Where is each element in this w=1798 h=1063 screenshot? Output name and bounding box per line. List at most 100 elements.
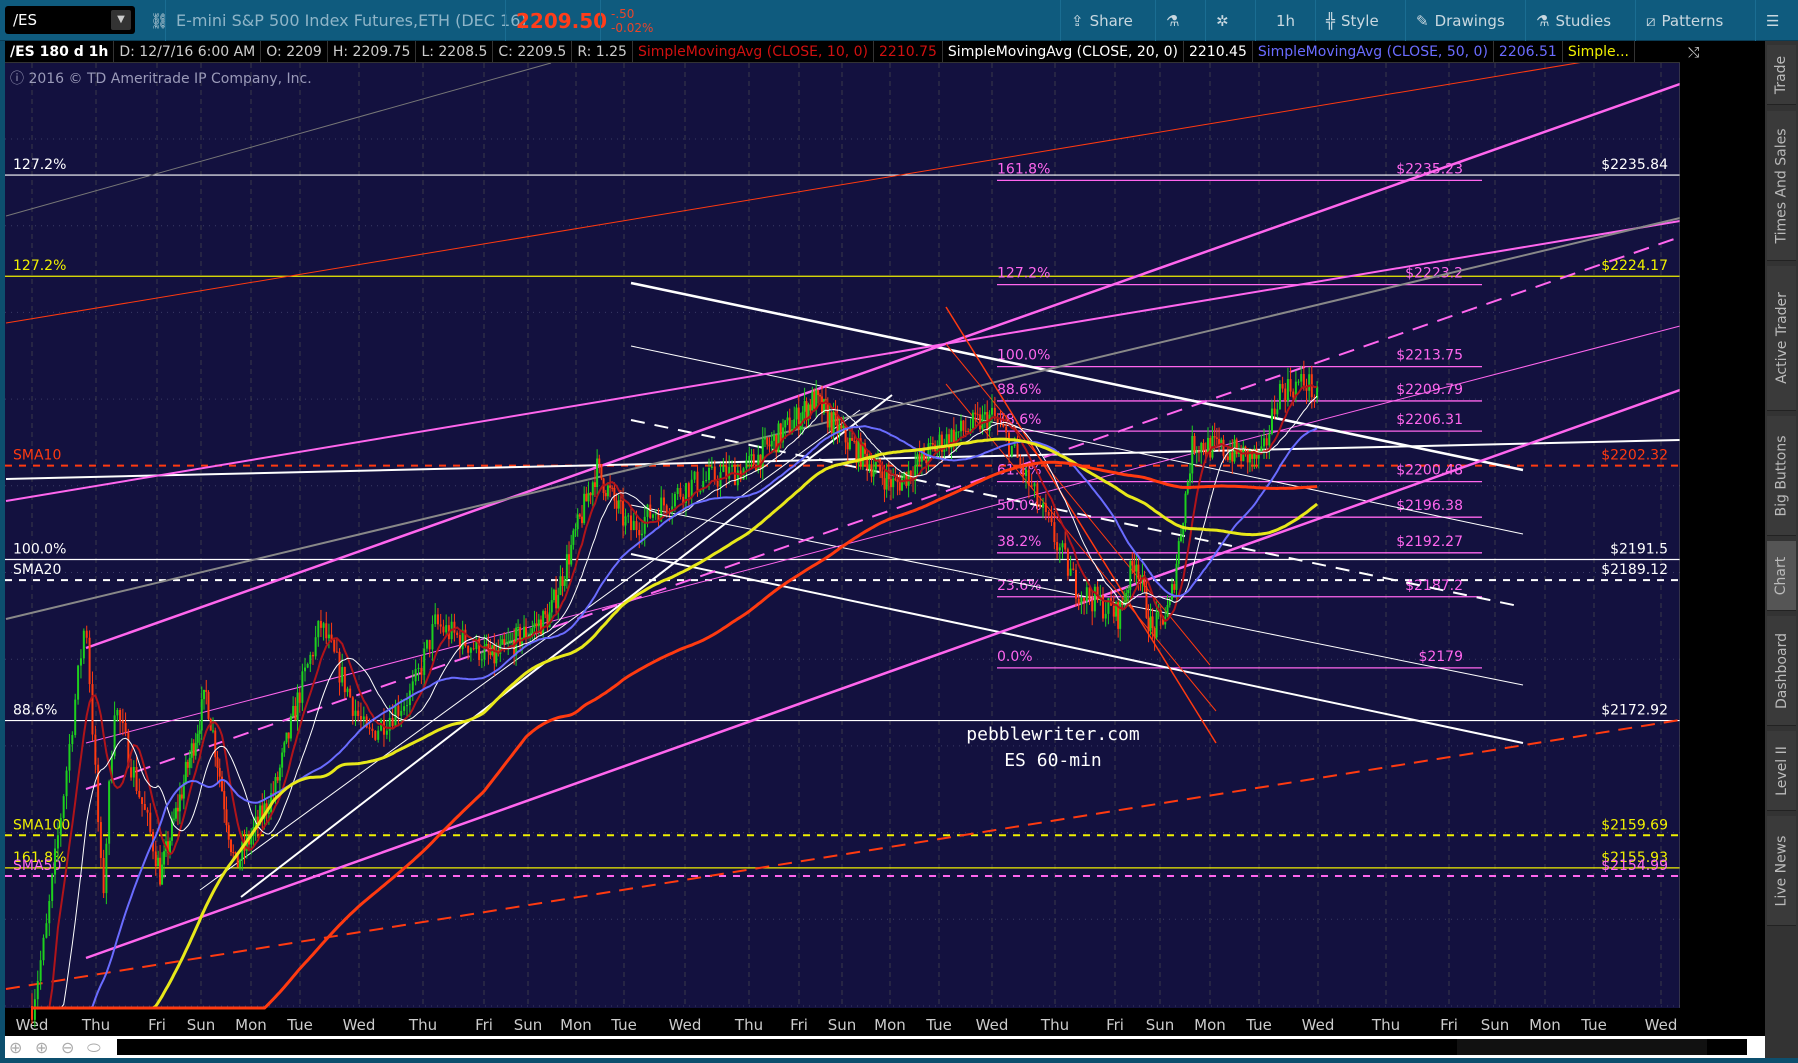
candle-body	[1077, 598, 1080, 605]
sidebar-tab-level-ii[interactable]: Level II	[1767, 731, 1796, 811]
candle-body	[974, 412, 977, 415]
candle-body	[218, 767, 221, 777]
info-icon: ⓘ	[10, 71, 29, 87]
zoom-box-icon[interactable]: ⬭	[87, 1038, 101, 1058]
candle-body	[368, 727, 371, 729]
candle-body	[676, 487, 679, 494]
candle-body	[748, 455, 751, 461]
candle-body	[728, 466, 731, 479]
candle-body	[230, 839, 232, 853]
candle-body	[777, 423, 780, 453]
candle-body	[613, 487, 616, 501]
candle-body	[535, 623, 538, 627]
candle-body	[983, 412, 986, 415]
candle-body	[205, 689, 208, 692]
candle-body	[840, 425, 843, 429]
sidebar-tab-label: Chart	[1773, 556, 1790, 595]
sidebar-tab-trade[interactable]: Trade	[1767, 45, 1796, 105]
auto-scale-icon[interactable]: ⤭	[1688, 45, 1699, 61]
level-price-tag: $2191.5	[1610, 541, 1668, 557]
candle-body	[916, 454, 919, 466]
crosshair-icon[interactable]: ⊕	[9, 1038, 22, 1057]
candle-body	[1066, 549, 1069, 576]
candle-body	[805, 401, 808, 421]
candle-body	[188, 757, 191, 768]
candle-body	[39, 960, 42, 982]
candle-body	[1302, 374, 1305, 386]
candle-body	[918, 454, 921, 462]
zoom-in-icon[interactable]: ⊕	[35, 1038, 48, 1057]
candle-body	[559, 576, 562, 595]
candle-body	[1058, 547, 1061, 551]
candle-body	[1286, 379, 1289, 402]
candle-body	[1083, 597, 1086, 602]
candle-body	[163, 851, 166, 865]
candle-body	[889, 479, 892, 488]
candle-body	[803, 401, 806, 412]
candle-body	[1069, 568, 1072, 576]
candle-body	[1182, 522, 1185, 536]
candle-body	[523, 626, 526, 639]
candle-body	[354, 710, 357, 716]
candle-body	[979, 414, 982, 430]
sidebar-tab-dashboard[interactable]: Dashboard	[1767, 616, 1796, 726]
candle-body	[627, 515, 630, 517]
candle-body	[1112, 605, 1115, 617]
candle-body	[1198, 451, 1200, 453]
candle-body	[359, 715, 362, 720]
candle-body	[1050, 515, 1053, 523]
zoom-out-icon[interactable]: ⊖	[61, 1038, 74, 1057]
candle-body	[649, 504, 652, 518]
candle-body	[400, 710, 403, 716]
candle-body	[638, 530, 641, 536]
level-price-tag: $2235.84	[1601, 157, 1668, 173]
sidebar-tab-active-trader[interactable]: Active Trader	[1767, 266, 1796, 411]
candle-body	[565, 554, 568, 580]
candle-body	[832, 411, 835, 434]
copyright: ⓘ 2016 © TD Ameritrade IP Company, Inc.	[10, 68, 312, 88]
price-axis[interactable]: ⤭	[1680, 41, 1765, 1036]
candle-body	[615, 500, 618, 509]
candle-body	[957, 431, 960, 433]
candle-body	[505, 643, 508, 645]
price-chart[interactable]: Wed Thu Fri Sun Mon Tue Wed Thu Fri Sun Mon Tue Wed T…	[5, 0, 1765, 1036]
candle-body	[533, 623, 536, 629]
candle-body	[341, 667, 344, 683]
more-studies-label[interactable]: Simple...	[1563, 41, 1635, 62]
candle-body	[1056, 542, 1059, 551]
candle-body	[1133, 565, 1136, 572]
level-price-tag: $2189.12	[1601, 562, 1668, 578]
fib-price-tag: $2187.2	[1405, 578, 1463, 594]
candle-body	[1085, 587, 1088, 602]
watermark-site: pebblewriter.com	[966, 724, 1139, 745]
candle-body	[851, 437, 854, 441]
sidebar-tab-live-news[interactable]: Live News	[1767, 816, 1796, 926]
sidebar-tab-label: Active Trader	[1773, 292, 1790, 384]
candle-body	[1025, 469, 1028, 476]
sidebar-tab-chart[interactable]: Chart	[1767, 541, 1796, 611]
time-tick-label: Thu	[81, 1016, 110, 1034]
candle-body	[1147, 617, 1150, 631]
candle-body	[537, 619, 540, 627]
scrollbar-thumb[interactable]	[1457, 1039, 1707, 1055]
candle-body	[1215, 437, 1218, 439]
candle-body	[77, 665, 80, 700]
time-tick-label: Wed	[669, 1016, 702, 1034]
horizontal-scrollbar[interactable]	[117, 1039, 1747, 1055]
sidebar-tab-big-buttons[interactable]: Big Buttons	[1767, 416, 1796, 536]
candle-body	[333, 639, 336, 652]
bar-range: R: 1.25	[572, 41, 633, 62]
candle-body	[436, 614, 439, 625]
candle-body	[414, 668, 417, 682]
candle-body	[507, 641, 510, 644]
candle-body	[773, 434, 775, 441]
candle-body	[531, 628, 534, 634]
sidebar-tab-times-and-sales[interactable]: Times And Sales	[1767, 111, 1796, 261]
candle-body	[489, 652, 492, 656]
candle-body	[750, 454, 753, 456]
candle-body	[894, 478, 897, 480]
candle-body	[1226, 456, 1229, 460]
candle-body	[593, 482, 596, 488]
candle-body	[1080, 597, 1083, 605]
candle-body	[768, 444, 771, 447]
